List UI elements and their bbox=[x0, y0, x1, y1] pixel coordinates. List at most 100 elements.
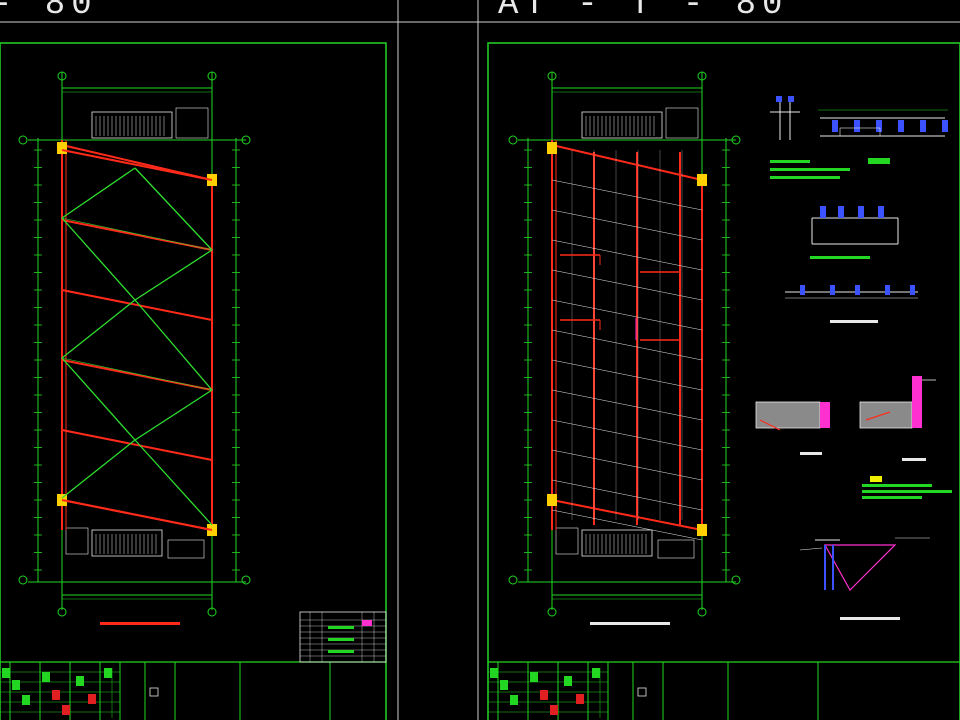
annotation bbox=[870, 476, 882, 482]
grid-bubble-B bbox=[18, 135, 28, 145]
concrete-block bbox=[755, 401, 821, 429]
title-block-cell bbox=[2, 668, 10, 678]
room-bottom bbox=[65, 527, 89, 555]
title-block-cell bbox=[104, 668, 112, 678]
brace bbox=[134, 389, 213, 441]
detail-title-bar bbox=[810, 256, 870, 259]
title-block-cell bbox=[510, 695, 518, 705]
concrete-block bbox=[859, 401, 913, 429]
shear-stud bbox=[942, 120, 948, 132]
title-block-cell bbox=[592, 668, 600, 678]
stair-bottom bbox=[91, 529, 163, 557]
table-border bbox=[299, 611, 387, 663]
room-bottom-2 bbox=[167, 539, 205, 559]
brace bbox=[134, 249, 213, 301]
detail-title-bar bbox=[830, 320, 878, 323]
column-marker bbox=[57, 142, 67, 154]
note-line bbox=[770, 176, 840, 179]
title-block-cell bbox=[576, 694, 584, 704]
brace-tie bbox=[61, 217, 213, 251]
note-line bbox=[862, 490, 952, 493]
column-marker bbox=[547, 142, 557, 154]
brace bbox=[61, 217, 136, 301]
note-line bbox=[770, 160, 810, 163]
room-top bbox=[175, 107, 209, 139]
stamp-box bbox=[149, 687, 159, 697]
shear-stud bbox=[832, 120, 838, 132]
detail-hd bbox=[785, 285, 918, 323]
member-schedule-table bbox=[299, 611, 387, 663]
hd-stud bbox=[800, 285, 805, 295]
table-highlight bbox=[362, 620, 372, 626]
grid-bubble-A-right bbox=[731, 575, 741, 585]
stair-bottom bbox=[581, 529, 653, 557]
detail-section-1 bbox=[770, 96, 948, 179]
brace bbox=[61, 299, 136, 359]
detail-base-left bbox=[755, 401, 830, 455]
title-block-cell bbox=[550, 705, 558, 715]
floor-beam bbox=[61, 149, 213, 181]
left-sheet bbox=[0, 42, 387, 720]
stud bbox=[820, 206, 826, 218]
table-text bbox=[328, 626, 354, 629]
detail-title-bar bbox=[840, 617, 900, 620]
title-block-cell bbox=[490, 668, 498, 678]
title-block-cell bbox=[76, 676, 84, 686]
stud bbox=[878, 206, 884, 218]
shear-stud bbox=[876, 120, 882, 132]
detail-title-bar bbox=[800, 452, 822, 455]
cad-drawing-canvas[interactable] bbox=[0, 0, 960, 720]
shear-stud bbox=[898, 120, 904, 132]
note-line bbox=[770, 168, 850, 171]
brace bbox=[61, 167, 136, 219]
shear-stud bbox=[920, 120, 926, 132]
detail-base-right bbox=[859, 376, 936, 461]
room-bottom bbox=[555, 527, 579, 555]
detail-title-bar bbox=[902, 458, 926, 461]
detail-bracket bbox=[799, 537, 930, 620]
stamp-box bbox=[637, 687, 647, 697]
floor-beam bbox=[61, 429, 213, 461]
title-block-cell bbox=[22, 695, 30, 705]
table-text bbox=[328, 650, 354, 653]
column-marker bbox=[697, 524, 707, 536]
grid-bubble-A bbox=[18, 575, 28, 585]
stud bbox=[858, 206, 864, 218]
hd-stud bbox=[885, 285, 890, 295]
edge-plate bbox=[912, 376, 922, 428]
drawing-title-bar bbox=[100, 622, 180, 625]
title-block-cell bbox=[42, 672, 50, 682]
table-text bbox=[328, 638, 354, 641]
note-tag bbox=[868, 158, 890, 164]
column-marker bbox=[547, 494, 557, 506]
detail-plate bbox=[810, 206, 899, 259]
column-marker bbox=[697, 174, 707, 186]
hd-stud bbox=[830, 285, 835, 295]
floor-beam bbox=[61, 289, 213, 321]
edge-plate bbox=[820, 402, 830, 428]
anchor bbox=[788, 96, 794, 102]
shear-stud bbox=[854, 120, 860, 132]
title-block-cell bbox=[62, 705, 70, 715]
stud bbox=[838, 206, 844, 218]
brace bbox=[61, 439, 136, 499]
floor-beam bbox=[61, 499, 213, 531]
anchor bbox=[776, 96, 782, 102]
note-line bbox=[862, 484, 932, 487]
grid-bubble-A-right bbox=[241, 575, 251, 585]
grid-bubble-A bbox=[508, 575, 518, 585]
title-block-cell bbox=[12, 680, 20, 690]
note-line bbox=[862, 496, 922, 499]
title-block-cell bbox=[88, 694, 96, 704]
right-sheet bbox=[487, 42, 960, 720]
leader bbox=[799, 547, 823, 551]
title-block-cell bbox=[540, 690, 548, 700]
bracket-gusset bbox=[823, 544, 897, 591]
hd-stud bbox=[910, 285, 915, 295]
drawing-title-bar bbox=[590, 622, 670, 625]
room-bottom-2 bbox=[657, 539, 695, 559]
title-block-cell bbox=[564, 676, 572, 686]
grid-bubble-B bbox=[508, 135, 518, 145]
hd-stud bbox=[855, 285, 860, 295]
title-block-cell bbox=[500, 680, 508, 690]
